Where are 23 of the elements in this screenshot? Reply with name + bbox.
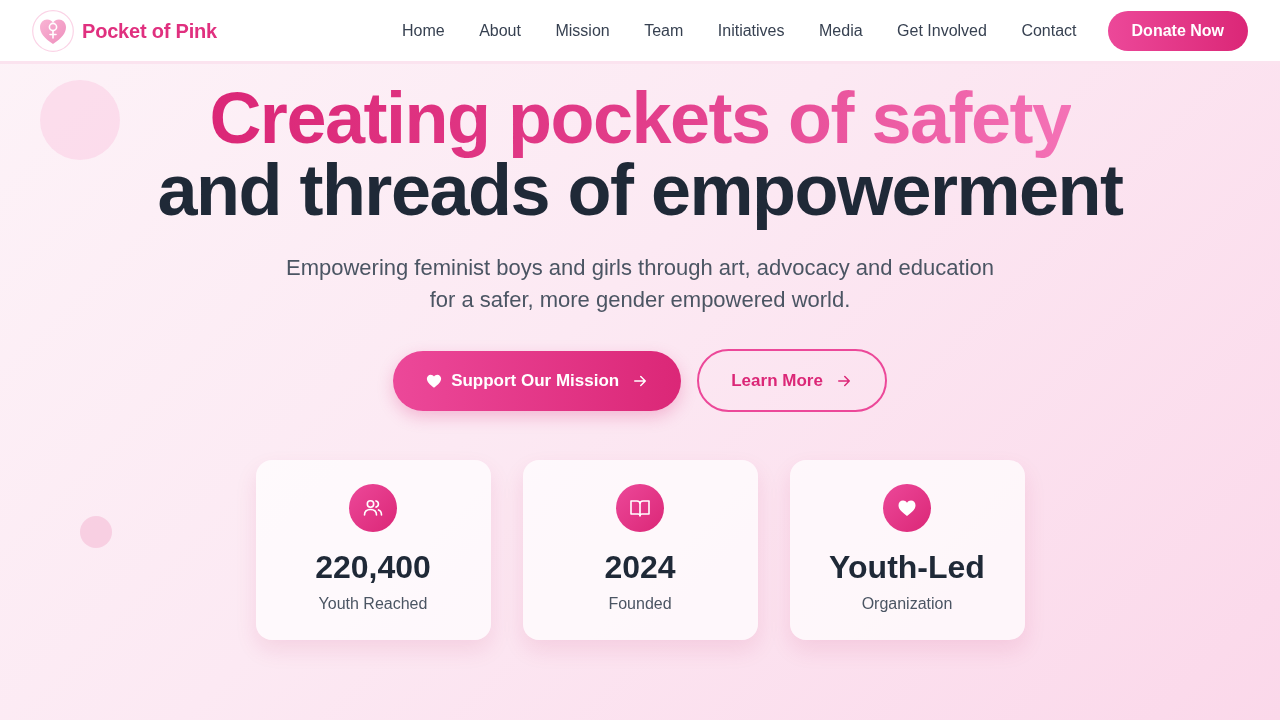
nav-link[interactable]: Initiatives — [717, 18, 785, 43]
hero-subtitle: Empowering feminist boys and girls through art, advocacy and education for a safer, more gender empowered world. — [284, 254, 996, 314]
stat-label: Youth Reached — [318, 594, 428, 614]
stat-label: Organization — [861, 594, 953, 614]
nav-link[interactable]: Media — [819, 18, 863, 43]
nav-link[interactable]: Home — [401, 18, 445, 43]
nav-link[interactable]: Mission — [555, 18, 610, 43]
learn-more-button[interactable]: Learn More — [697, 349, 887, 412]
heart-logo-icon — [32, 9, 74, 52]
decorative-dot-icon — [80, 516, 112, 548]
nav-link[interactable]: Contact — [1021, 18, 1077, 43]
book-icon — [616, 484, 664, 532]
nav-link[interactable]: Team — [644, 18, 684, 43]
brand-name[interactable]: Pocket of Pink — [82, 15, 217, 46]
support-button[interactable]: Support Our Mission — [393, 350, 682, 411]
stat-value: 2024 — [604, 548, 676, 587]
nav-link[interactable]: Get Involved — [897, 18, 987, 43]
stat-value: 220,400 — [315, 548, 431, 587]
stat-label: Founded — [608, 594, 672, 614]
nav-link[interactable]: About — [479, 18, 521, 43]
stat-value: Youth-Led — [829, 548, 985, 587]
users-icon — [349, 484, 397, 532]
donate-button[interactable]: Donate Now — [1107, 10, 1248, 51]
